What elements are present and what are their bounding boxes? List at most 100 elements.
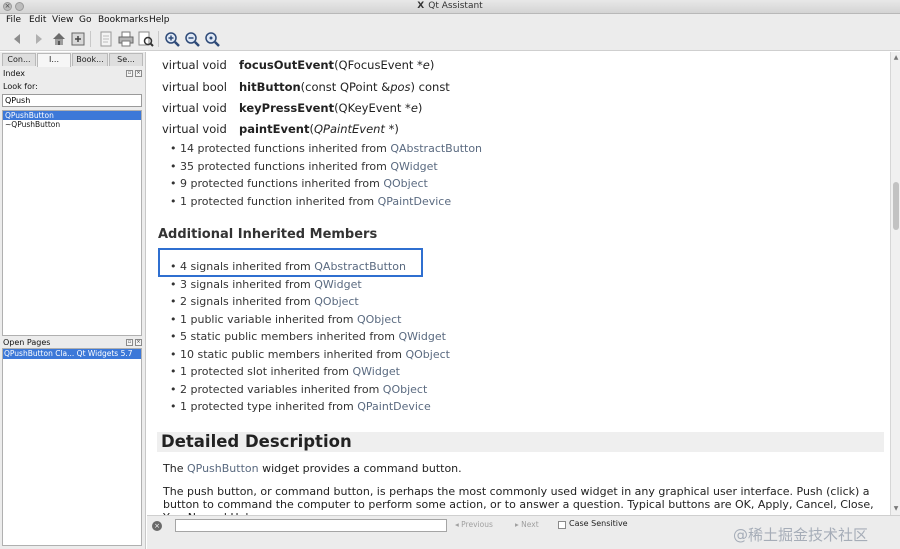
inherited-text: 14 protected functions inherited from (180, 142, 391, 155)
inherited-text: 35 protected functions inherited from (180, 160, 391, 173)
toolbar-separator (90, 31, 91, 47)
scroll-thumb[interactable] (893, 182, 899, 230)
param-name: e (422, 58, 430, 72)
tab-index[interactable]: I... (37, 53, 71, 67)
look-for-label: Look for: (3, 82, 38, 91)
list-item[interactable]: QPushButton (3, 111, 141, 120)
menu-go[interactable]: Go (79, 14, 91, 27)
index-results-list[interactable]: QPushButton ~QPushButton (2, 110, 142, 336)
close-dock-button[interactable]: × (135, 339, 142, 346)
class-link[interactable]: QObject (314, 295, 358, 308)
class-link[interactable]: QPushButton (187, 462, 259, 475)
signature-text: (QFocusEvent * (334, 58, 423, 72)
zoom-out-icon[interactable] (184, 31, 200, 47)
index-search-input[interactable] (2, 94, 142, 107)
tab-contents[interactable]: Con... (2, 53, 36, 66)
param-name: e (410, 101, 418, 115)
inherited-item: • 2 signals inherited from QObject (170, 295, 359, 308)
description-paragraph: The push button, or command button, is p… (163, 485, 874, 515)
class-link[interactable]: QAbstractButton (390, 142, 482, 155)
float-dock-button[interactable]: ▫ (126, 70, 133, 77)
content-scrollbar[interactable]: ▲ ▼ (890, 52, 900, 515)
return-type: virtual void (162, 58, 227, 72)
scroll-down-icon[interactable]: ▼ (892, 505, 900, 513)
title-bar: × X Qt Assistant (0, 0, 900, 14)
function-link[interactable]: keyPressEvent (239, 101, 334, 115)
section-heading: Additional Inherited Members (158, 227, 378, 242)
inherited-text: 2 signals inherited from (180, 295, 315, 308)
class-link[interactable]: QObject (383, 177, 427, 190)
scroll-up-icon[interactable]: ▲ (892, 54, 900, 62)
class-link[interactable]: QObject (405, 348, 449, 361)
signature-text: ) const (410, 80, 450, 94)
find-in-text-icon[interactable] (138, 31, 154, 47)
class-link[interactable]: QObject (357, 313, 401, 326)
case-sensitive-checkbox[interactable] (558, 521, 566, 529)
open-page-item[interactable]: QPushButton Cla... Qt Widgets 5.7 (3, 349, 141, 359)
print-icon[interactable] (118, 31, 134, 47)
class-link[interactable]: QWidget (399, 330, 446, 343)
menu-edit[interactable]: Edit (29, 14, 46, 27)
tab-search[interactable]: Se... (109, 53, 143, 66)
paragraph-text: widget provides a command button. (258, 462, 462, 475)
inherited-text: 5 static public members inherited from (180, 330, 399, 343)
class-link[interactable]: QPaintDevice (357, 400, 431, 413)
inherited-item: • 4 signals inherited from QAbstractButt… (170, 260, 406, 273)
x11-icon: X (417, 1, 425, 11)
return-type: virtual void (162, 101, 227, 115)
home-icon[interactable] (51, 31, 67, 47)
window-title-text: Qt Assistant (428, 1, 483, 11)
inherited-item: • 9 protected functions inherited from Q… (170, 177, 428, 190)
function-signature: hitButton(const QPoint &pos) const (239, 80, 450, 94)
window-title: X Qt Assistant (0, 1, 900, 11)
find-next-button[interactable]: ▸ Next (515, 520, 539, 529)
signature-text: (const QPoint & (300, 80, 391, 94)
find-input[interactable] (175, 519, 447, 532)
float-dock-button[interactable]: ▫ (126, 339, 133, 346)
menu-help[interactable]: Help (149, 14, 170, 27)
class-link[interactable]: QWidget (353, 365, 400, 378)
class-link[interactable]: QPaintDevice (378, 195, 452, 208)
find-next-label: Next (521, 520, 539, 529)
class-link[interactable]: QAbstractButton (314, 260, 406, 273)
list-item[interactable]: ~QPushButton (3, 120, 141, 129)
menu-file[interactable]: File (6, 14, 21, 27)
function-link[interactable]: hitButton (239, 80, 301, 94)
class-link[interactable]: QWidget (390, 160, 437, 173)
index-dock-buttons: ▫ × (126, 70, 142, 78)
description-paragraph: The QPushButton widget provides a comman… (163, 462, 883, 475)
class-link[interactable]: QObject (383, 383, 427, 396)
inherited-item: • 3 signals inherited from QWidget (170, 278, 362, 291)
open-pages-list[interactable]: QPushButton Cla... Qt Widgets 5.7 (2, 348, 142, 546)
find-previous-button[interactable]: ◂ Previous (455, 520, 493, 529)
document-view[interactable]: virtual void focusOutEvent(QFocusEvent *… (147, 52, 890, 515)
find-previous-label: Previous (461, 520, 493, 529)
return-type: virtual void (162, 122, 227, 136)
inherited-text: 1 protected type inherited from (180, 400, 358, 413)
inherited-text: 9 protected functions inherited from (180, 177, 384, 190)
close-find-icon[interactable]: × (152, 521, 162, 531)
forward-arrow-icon[interactable] (30, 31, 46, 47)
tab-bookmarks[interactable]: Book... (72, 53, 108, 66)
inherited-item: • 1 protected function inherited from QP… (170, 195, 452, 208)
toolbar (0, 27, 900, 51)
class-link[interactable]: QWidget (314, 278, 361, 291)
sidebar-tabs: Con... I... Book... Se... (2, 53, 144, 67)
inherited-item: • 14 protected functions inherited from … (170, 142, 483, 155)
sync-contents-icon[interactable] (70, 31, 86, 47)
reset-zoom-icon[interactable] (204, 31, 220, 47)
function-link[interactable]: paintEvent (239, 122, 309, 136)
inherited-item: • 1 protected type inherited from QPaint… (170, 400, 431, 413)
signature-text: ) (394, 122, 399, 136)
zoom-in-icon[interactable] (164, 31, 180, 47)
close-dock-button[interactable]: × (135, 70, 142, 77)
menu-bookmarks[interactable]: Bookmarks (98, 14, 148, 27)
back-arrow-icon[interactable] (10, 31, 26, 47)
function-link[interactable]: focusOutEvent (239, 58, 334, 72)
detailed-description-heading: Detailed Description (157, 432, 884, 452)
menu-view[interactable]: View (52, 14, 73, 27)
inherited-text: 10 static public members inherited from (180, 348, 406, 361)
copy-icon[interactable] (98, 31, 114, 47)
inherited-text: 1 protected slot inherited from (180, 365, 353, 378)
inherited-item: • 10 static public members inherited fro… (170, 348, 450, 361)
